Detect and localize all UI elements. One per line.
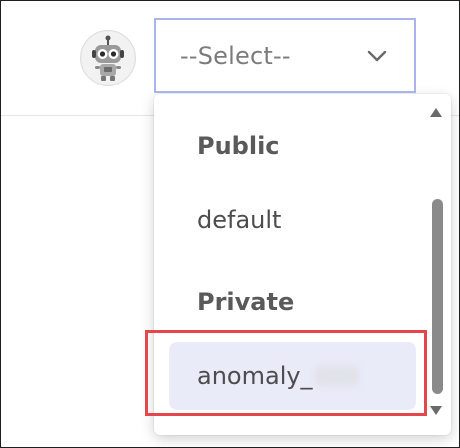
workspace-select[interactable]: --Select--	[154, 18, 416, 93]
highlight-box	[145, 330, 427, 416]
scroll-down-arrow[interactable]	[430, 406, 442, 415]
window-frame: --Select-- Public default Private anomal…	[0, 0, 460, 448]
chevron-down-icon	[367, 50, 387, 61]
scrollbar-thumb[interactable]	[432, 199, 443, 394]
group-label-public: Public	[197, 132, 280, 160]
group-label-private: Private	[197, 288, 295, 316]
scroll-up-arrow[interactable]	[430, 108, 442, 117]
option-default[interactable]: default	[154, 198, 451, 242]
avatar[interactable]	[80, 30, 136, 86]
robot-icon	[82, 32, 134, 84]
select-placeholder: --Select--	[180, 41, 291, 70]
